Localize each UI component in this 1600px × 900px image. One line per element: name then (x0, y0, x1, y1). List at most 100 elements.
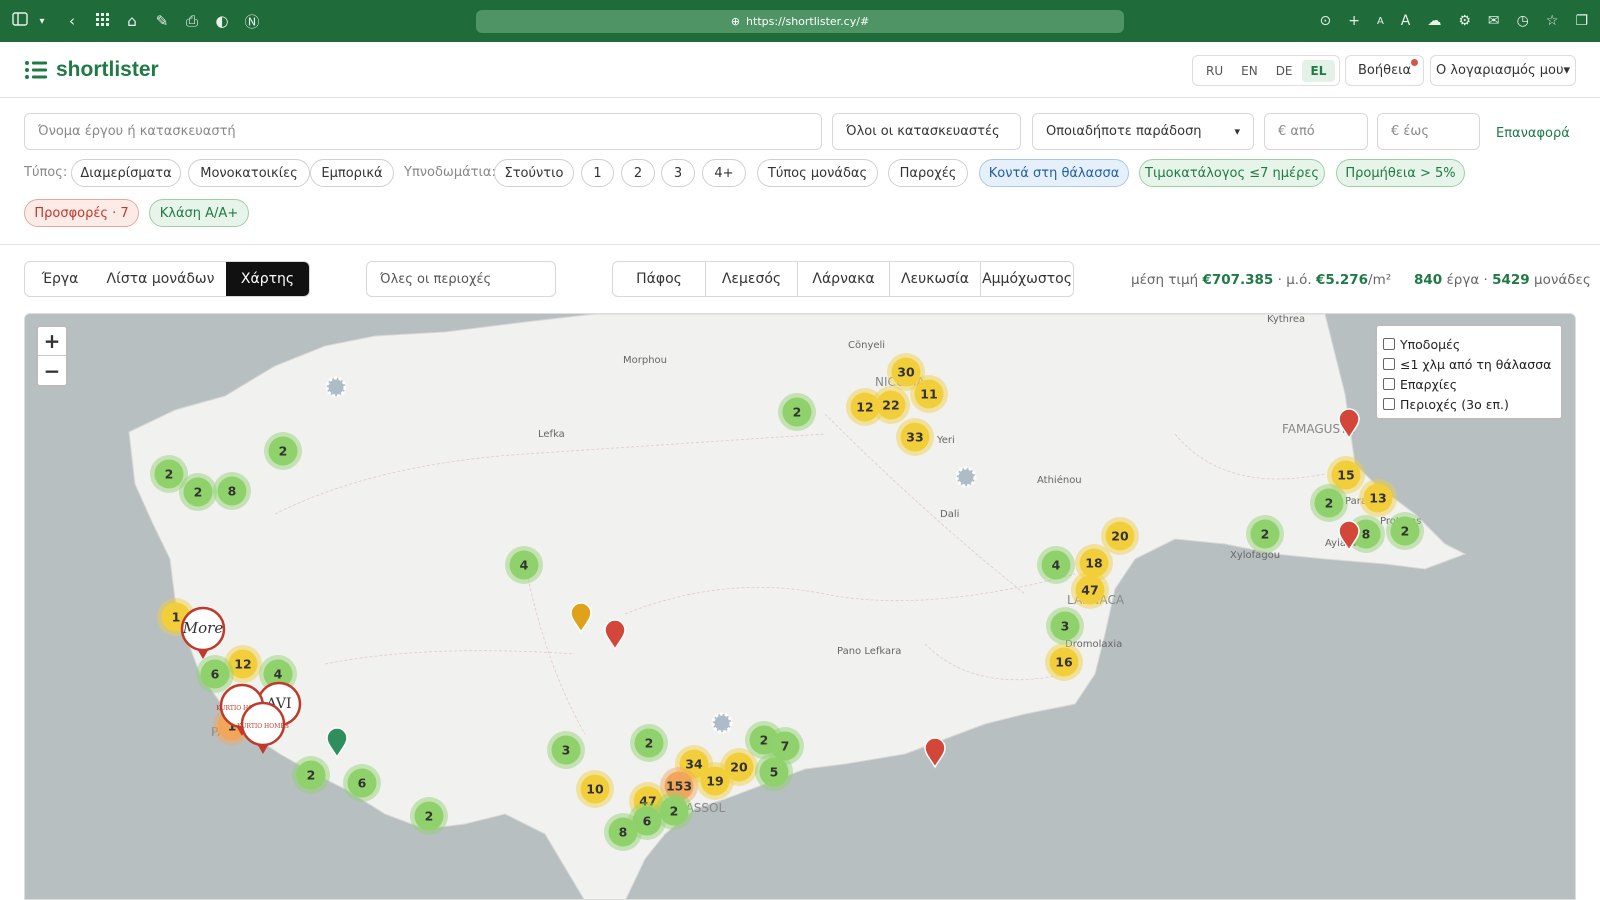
delivery-select[interactable]: Οποιαδήποτε παράδοση ▾ (1032, 113, 1254, 150)
chip-bed-1[interactable]: 1 (581, 159, 614, 187)
region-paphos[interactable]: Πάφος (613, 262, 706, 296)
help-button[interactable]: Βοήθεια (1345, 55, 1425, 86)
price-to-input[interactable]: € έως (1377, 113, 1480, 150)
extension-icon[interactable]: ✎ (154, 12, 170, 30)
cluster-marker[interactable]: 2 (1310, 484, 1348, 522)
chip-commercial[interactable]: Εμπορικά (310, 159, 394, 187)
cluster-marker[interactable]: 22 (872, 386, 910, 424)
region-larnaca[interactable]: Λάρνακα (798, 262, 890, 296)
tab-map[interactable]: Χάρτης (226, 262, 309, 296)
chip-pricelist[interactable]: Τιμοκατάλογος ≤7 ημέρες (1139, 159, 1325, 187)
lang-de[interactable]: DE (1267, 60, 1302, 82)
cluster-marker[interactable]: 4 (505, 546, 543, 584)
gear-icon[interactable]: ⚙ (1458, 13, 1471, 29)
map-view[interactable]: MorphouLefkaCönyeliNICOSIAYeriDaliAthién… (24, 313, 1576, 900)
chip-bed-3[interactable]: 3 (661, 159, 695, 187)
grid-icon[interactable] (94, 12, 110, 30)
sidebar-icon[interactable] (12, 12, 28, 30)
cluster-marker[interactable]: 2 (410, 797, 448, 835)
chip-energy-class[interactable]: Κλάση Α/Α+ (149, 199, 249, 227)
tab-unit-list[interactable]: Λίστα μονάδων (95, 262, 226, 296)
cluster-marker[interactable]: 6 (196, 655, 234, 693)
reset-link[interactable]: Επαναφορά (1496, 126, 1570, 141)
layer-districts[interactable]: Επαρχίες (1383, 374, 1555, 394)
tab-projects[interactable]: Έργα (25, 262, 95, 296)
cluster-marker[interactable]: 2 (292, 756, 330, 794)
download-icon[interactable]: ⊙ (1319, 13, 1331, 29)
chip-unit-type[interactable]: Τύπος μονάδας (757, 159, 878, 187)
logo[interactable]: shortlister (24, 58, 159, 82)
address-bar[interactable]: ⊕ https://shortlister.cy/# (476, 10, 1124, 33)
chip-studio[interactable]: Στούντιο (494, 159, 574, 187)
checkbox[interactable] (1383, 378, 1395, 390)
notion-icon[interactable]: Ⓝ (244, 11, 260, 32)
zoom-in-button[interactable]: + (38, 327, 66, 356)
lang-ru[interactable]: RU (1197, 60, 1232, 82)
chip-bed-4plus[interactable]: 4+ (702, 159, 746, 187)
lang-el[interactable]: EL (1301, 59, 1336, 82)
font-small-icon[interactable]: A (1377, 16, 1384, 27)
checkbox[interactable] (1383, 338, 1395, 350)
map-pin-marker[interactable] (924, 737, 946, 769)
cluster-count: 2 (670, 804, 679, 819)
chip-commission[interactable]: Προμήθεια > 5% (1336, 159, 1465, 187)
cluster-marker[interactable]: 5 (755, 753, 793, 791)
cluster-marker[interactable]: 3 (547, 731, 585, 769)
cluster-marker[interactable]: 13 (1359, 479, 1397, 517)
chip-apartments[interactable]: Διαμερίσματα (71, 159, 181, 187)
cluster-marker[interactable]: 16 (1045, 643, 1083, 681)
cluster-marker[interactable]: 8 (213, 472, 251, 510)
cloud-icon[interactable]: ☁ (1427, 13, 1441, 29)
region-limassol[interactable]: Λεμεσός (706, 262, 798, 296)
region-famagusta[interactable]: Αμμόχωστος (981, 262, 1073, 296)
infrastructure-icon[interactable] (711, 712, 733, 734)
search-input[interactable]: Όνομα έργου ή κατασκευαστή (24, 113, 822, 150)
zoom-out-button[interactable]: − (38, 356, 66, 385)
plus-icon[interactable]: + (1348, 13, 1360, 29)
cluster-marker[interactable]: 11 (910, 375, 948, 413)
cluster-marker[interactable]: 2 (179, 473, 217, 511)
cluster-marker[interactable]: 3 (1046, 607, 1084, 645)
chevron-down-icon[interactable]: ▾ (34, 16, 50, 27)
chip-houses[interactable]: Μονοκατοικίες (188, 159, 310, 187)
layer-areas[interactable]: Περιοχές (3ο επ.) (1383, 394, 1555, 414)
cluster-marker[interactable]: 33 (896, 418, 934, 456)
tabs-icon[interactable]: ❐ (1575, 13, 1588, 29)
checkbox[interactable] (1383, 398, 1395, 410)
cluster-marker[interactable]: 8 (604, 813, 642, 851)
chip-amenities[interactable]: Παροχές (888, 159, 968, 187)
checkbox[interactable] (1383, 358, 1395, 370)
area-select[interactable]: Όλες οι περιοχές (366, 261, 556, 297)
cluster-marker[interactable]: 2 (1246, 515, 1284, 553)
history-icon[interactable]: ◷ (1517, 13, 1529, 29)
cluster-marker[interactable]: 2 (1386, 512, 1424, 550)
cluster-marker[interactable]: 6 (343, 764, 381, 802)
cluster-marker[interactable]: 4 (1037, 546, 1075, 584)
printer-icon[interactable]: ⎙ (184, 12, 200, 30)
infrastructure-icon[interactable] (325, 376, 347, 398)
cluster-marker[interactable]: 47 (1071, 571, 1109, 609)
cluster-marker[interactable]: 10 (576, 770, 614, 808)
cluster-marker[interactable]: 2 (778, 393, 816, 431)
layer-near-sea[interactable]: ≤1 χλμ από τη θάλασσα (1383, 354, 1555, 374)
cluster-marker[interactable]: 2 (630, 724, 668, 762)
account-button[interactable]: Ο λογαριασμός μου▾ (1430, 55, 1576, 86)
home-icon[interactable]: ⌂ (124, 12, 140, 30)
chip-near-sea[interactable]: Κοντά στη θάλασσα (979, 159, 1129, 187)
mail-icon[interactable]: ✉ (1488, 13, 1500, 29)
cluster-marker[interactable]: 2 (264, 432, 302, 470)
price-from-input[interactable]: € από (1264, 113, 1368, 150)
lang-en[interactable]: EN (1232, 60, 1267, 82)
back-icon[interactable]: ‹ (64, 12, 80, 30)
layer-infrastructure[interactable]: Υποδομές (1383, 334, 1555, 354)
developer-select[interactable]: Όλοι οι κατασκευαστές (832, 113, 1021, 150)
region-nicosia[interactable]: Λευκωσία (890, 262, 981, 296)
shield-icon[interactable]: ◐ (214, 12, 230, 30)
font-large-icon[interactable]: A (1401, 13, 1411, 29)
layer-label: Περιοχές (3ο επ.) (1400, 396, 1509, 412)
map-canvas[interactable]: MorphouLefkaCönyeliNICOSIAYeriDaliAthién… (25, 314, 1576, 900)
star-icon[interactable]: ☆ (1546, 13, 1559, 29)
chip-bed-2[interactable]: 2 (621, 159, 655, 187)
infrastructure-icon[interactable] (955, 466, 977, 488)
chip-offers[interactable]: Προσφορές · 7 (24, 199, 139, 227)
